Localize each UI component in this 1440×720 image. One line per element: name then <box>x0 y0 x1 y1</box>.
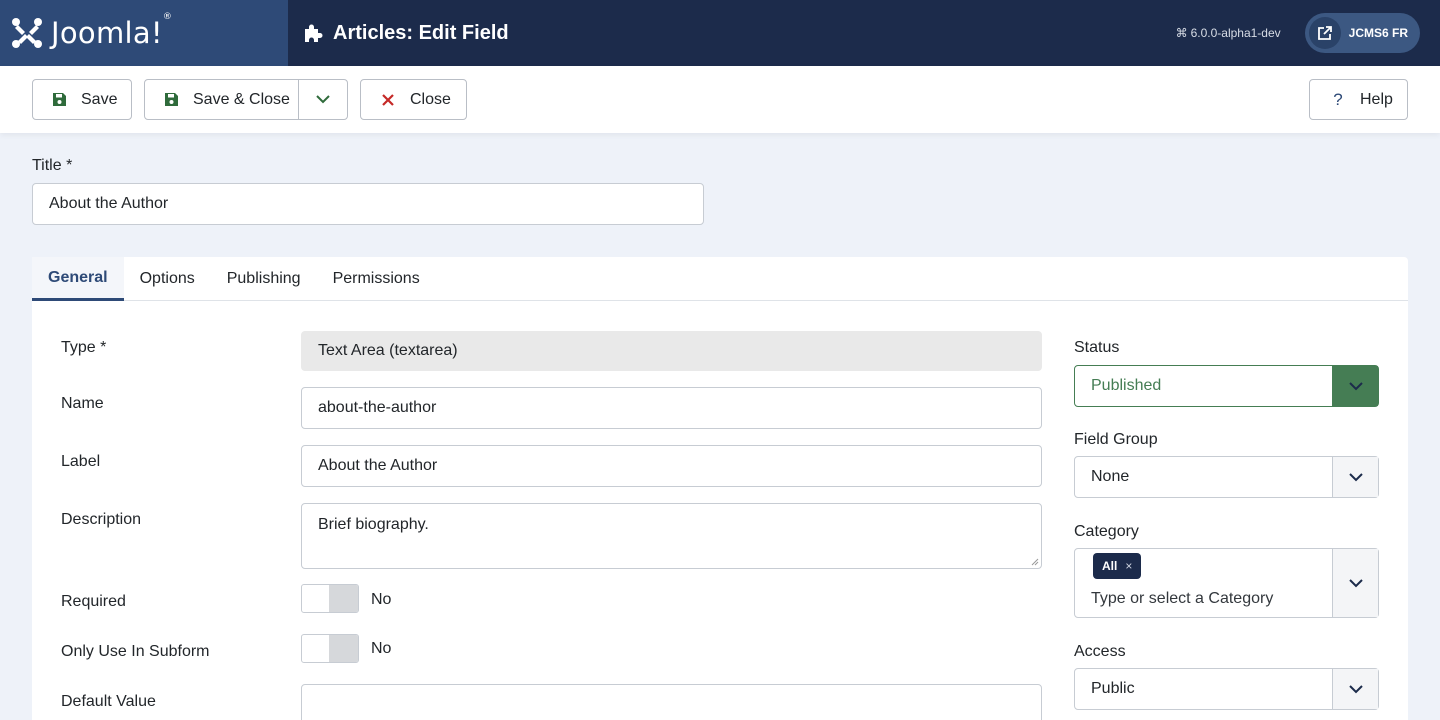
category-chip: All × <box>1093 553 1142 579</box>
external-link-icon <box>1308 17 1341 49</box>
tab-publishing[interactable]: Publishing <box>211 257 317 300</box>
chevron-down-icon <box>1348 381 1363 390</box>
puzzle-piece-icon <box>305 24 323 42</box>
access-select[interactable]: Public <box>1074 668 1379 710</box>
required-toggle[interactable] <box>301 584 359 613</box>
logo-text: Joomla!® <box>51 12 173 50</box>
required-label: Required <box>61 593 126 610</box>
view-site-button[interactable]: JCMS6 FR <box>1304 13 1420 53</box>
category-dropdown-arrow <box>1332 549 1378 617</box>
name-label: Name <box>61 395 104 412</box>
access-dropdown-arrow <box>1332 669 1378 709</box>
subform-toggle[interactable] <box>301 634 359 663</box>
close-label: Close <box>410 90 451 108</box>
category-search-input[interactable]: Type or select a Category <box>1091 590 1273 608</box>
tab-general[interactable]: General <box>32 257 124 301</box>
chevron-down-icon <box>1348 684 1363 693</box>
help-button[interactable]: ? Help <box>1309 79 1408 120</box>
save-dropdown-toggle[interactable] <box>299 80 347 119</box>
save-button[interactable]: Save <box>32 79 132 120</box>
required-value: No <box>371 591 392 608</box>
category-label: Category <box>1074 523 1139 540</box>
field-group-select[interactable]: None <box>1074 456 1379 498</box>
subform-value: No <box>371 640 392 657</box>
save-label: Save <box>81 90 118 108</box>
admin-header: Joomla!® Articles: Edit Field ⌘ 6.0.0-al… <box>0 0 1440 66</box>
default-value-label: Default Value <box>61 693 156 710</box>
edit-card: General Options Publishing Permissions T… <box>32 257 1408 720</box>
resize-grip-icon[interactable] <box>1031 558 1039 566</box>
save-icon <box>51 92 67 108</box>
type-field: Text Area (textarea) <box>301 331 1042 371</box>
status-value: Published <box>1091 377 1162 394</box>
status-select[interactable]: Published <box>1074 365 1379 407</box>
description-label: Description <box>61 511 142 528</box>
site-name: JCMS6 FR <box>1348 26 1408 40</box>
chip-remove-icon[interactable]: × <box>1125 559 1132 573</box>
version-info: ⌘ 6.0.0-alpha1-dev <box>1176 26 1281 40</box>
default-value-input[interactable] <box>301 684 1042 720</box>
page-title: Articles: Edit Field <box>333 21 509 44</box>
status-dropdown-arrow <box>1332 366 1378 406</box>
tab-permissions[interactable]: Permissions <box>317 257 436 300</box>
subform-label: Only Use In Subform <box>61 643 210 660</box>
chevron-down-icon <box>316 95 330 104</box>
toggle-knob <box>329 635 358 662</box>
field-group-dropdown-arrow <box>1332 457 1378 497</box>
toolbar: Save Save & Close Close ? Help <box>0 66 1440 133</box>
version-text: 6.0.0-alpha1-dev <box>1190 26 1281 40</box>
page-heading: Articles: Edit Field <box>303 22 509 45</box>
chevron-down-icon <box>1348 578 1363 587</box>
tab-options[interactable]: Options <box>124 257 211 300</box>
title-input[interactable]: About the Author <box>32 183 704 225</box>
description-text: Brief biography. <box>318 516 429 533</box>
field-group-label: Field Group <box>1074 431 1158 448</box>
joomla-logo-icon <box>12 18 42 48</box>
question-icon: ? <box>1333 89 1343 109</box>
category-select[interactable]: All × Type or select a Category <box>1074 548 1379 618</box>
access-label: Access <box>1074 643 1126 660</box>
field-group-value: None <box>1091 468 1130 485</box>
joomla-small-icon: ⌘ <box>1175 26 1188 40</box>
save-icon <box>163 92 179 108</box>
toggle-knob <box>329 585 358 612</box>
description-textarea[interactable]: Brief biography. <box>301 503 1042 569</box>
save-close-button[interactable]: Save & Close <box>144 79 348 120</box>
help-label: Help <box>1360 90 1393 108</box>
joomla-logo[interactable]: Joomla!® <box>0 0 288 66</box>
close-button[interactable]: Close <box>360 79 467 120</box>
name-input[interactable]: about-the-author <box>301 387 1042 429</box>
category-chip-label: All <box>1102 559 1118 573</box>
tab-bar: General Options Publishing Permissions <box>32 257 1408 301</box>
label-label: Label <box>61 453 101 470</box>
title-label: Title * <box>32 157 73 174</box>
save-close-label: Save & Close <box>193 90 290 108</box>
status-label: Status <box>1074 339 1120 356</box>
type-label: Type * <box>61 339 107 356</box>
close-icon <box>380 92 396 108</box>
label-input[interactable]: About the Author <box>301 445 1042 487</box>
access-value: Public <box>1091 680 1135 697</box>
chevron-down-icon <box>1348 472 1363 481</box>
